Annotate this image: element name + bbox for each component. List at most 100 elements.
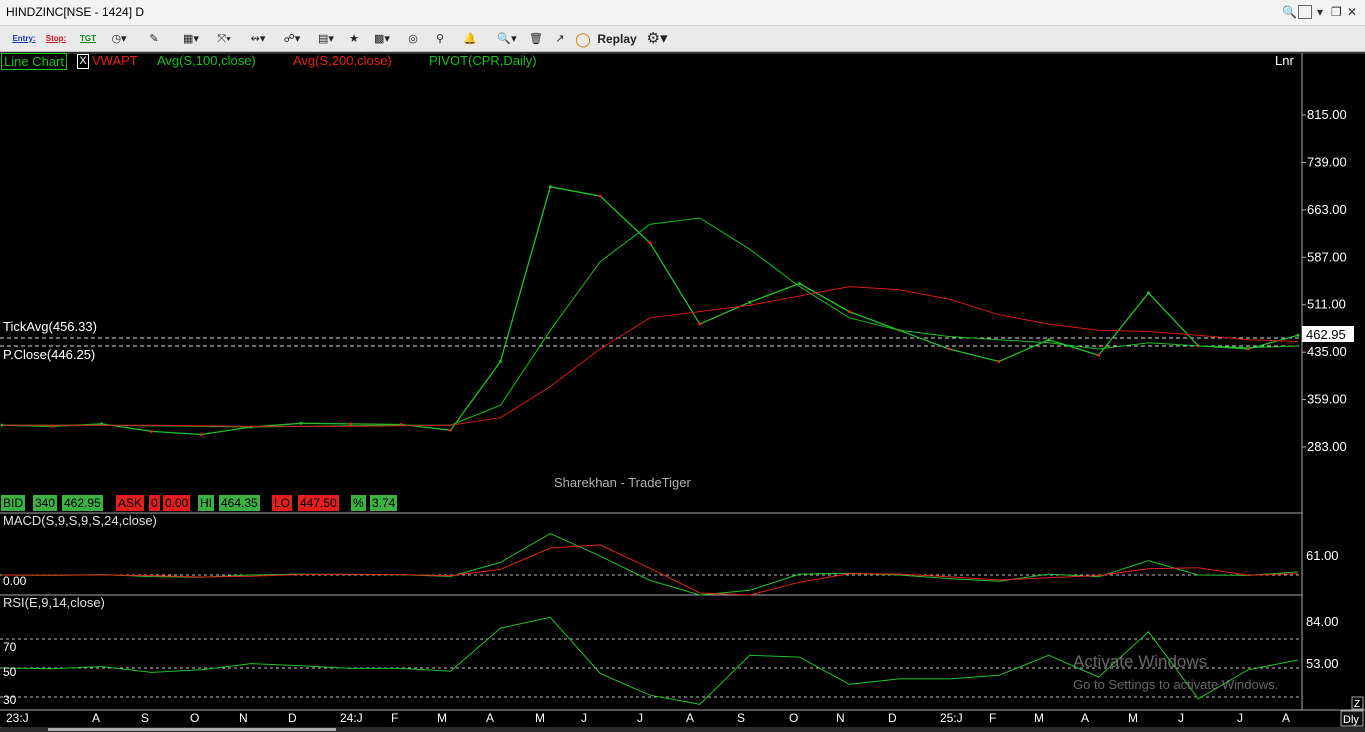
legend-vwap[interactable]: VWAPT: [92, 53, 138, 68]
x-tick-label: 25:J: [940, 711, 963, 725]
x-tick-label: A: [1081, 711, 1089, 725]
series-line-1: [2, 217, 1299, 428]
target-button[interactable]: TGT: [74, 29, 102, 49]
favorite-star-icon[interactable]: ★: [345, 29, 363, 49]
y-tick-label: 663.00: [1307, 202, 1347, 217]
chart-type-selector[interactable]: Line Chart: [1, 53, 67, 70]
zoom-z-icon: Z: [1354, 699, 1360, 710]
close-point: [498, 360, 502, 364]
close-point: [150, 429, 154, 433]
title-bar: HINDZINC[NSE - 1424] D 🔍 ▾ ❐ ✕: [0, 0, 1365, 26]
fib-tool-icon[interactable]: ↭▾: [244, 29, 272, 49]
replay-icon[interactable]: ◯: [574, 29, 592, 49]
x-tick-label: A: [92, 711, 100, 725]
rsi-ytick-84: 84.00: [1306, 614, 1339, 629]
x-tick-label: A: [486, 711, 494, 725]
macd-title: MACD(S,9,S,9,S,24,close): [3, 513, 157, 528]
close-point: [997, 360, 1001, 364]
close-point: [598, 194, 602, 198]
compare-icon[interactable]: ◎: [403, 29, 423, 49]
close-legend-button[interactable]: X: [77, 54, 89, 69]
x-tick-label: S: [141, 711, 149, 725]
settings-gear-icon[interactable]: ⚙▾: [642, 29, 672, 49]
y-tick-label: 739.00: [1307, 154, 1347, 169]
replay-button[interactable]: Replay: [595, 29, 639, 49]
x-tick-label: A: [686, 711, 694, 725]
x-tick-label: N: [239, 711, 248, 725]
scrollbar-thumb[interactable]: [48, 728, 336, 731]
legend-pivot[interactable]: PIVOT(CPR,Daily): [429, 53, 537, 68]
trend-icon[interactable]: ↗: [550, 29, 570, 49]
link-icon[interactable]: ☍▾: [278, 29, 306, 49]
delete-icon[interactable]: 🗑: [526, 29, 546, 49]
lo-label: LO: [272, 495, 293, 511]
template-icon[interactable]: ▤▾: [312, 29, 340, 49]
line-tool-icon[interactable]: ⤧▾: [210, 29, 238, 49]
y-tick-label: 587.00: [1307, 249, 1347, 264]
chart-area[interactable]: 815.00 739.00 663.00 587.00 511.00 435.00 359.…: [0, 52, 1365, 732]
period-button[interactable]: Dly: [1343, 714, 1359, 726]
indicator-icon[interactable]: ◷▾: [108, 29, 130, 49]
macd-signal-line: [1, 544, 1299, 596]
y-tick-label: 815.00: [1307, 107, 1347, 122]
horizontal-scrollbar[interactable]: [0, 727, 1365, 732]
close-point: [449, 428, 453, 432]
x-tick-label: J: [1237, 711, 1243, 725]
x-tick-label: F: [391, 711, 398, 725]
close-point: [798, 281, 802, 285]
activate-windows-title: Activate Windows: [1073, 652, 1207, 671]
close-icon[interactable]: ✕: [1346, 4, 1358, 20]
x-tick-label: D: [888, 711, 897, 725]
legend-avg100[interactable]: Avg(S,100,close): [157, 53, 256, 68]
rsi-ytick-53: 53.00: [1306, 656, 1339, 671]
activate-windows-sub: Go to Settings to activate Windows.: [1073, 677, 1278, 692]
close-point: [748, 300, 752, 304]
stop-button[interactable]: Stop:: [42, 29, 70, 49]
scale-mode[interactable]: Lnr: [1275, 53, 1294, 68]
price-chart[interactable]: 815.00 739.00 663.00 587.00 511.00 435.00 359.…: [0, 52, 1365, 732]
close-point: [349, 422, 353, 426]
close-point: [548, 185, 552, 189]
rsi-level-30: 30: [3, 693, 17, 707]
lo-value: 447.50: [297, 495, 339, 511]
x-tick-label: M: [1034, 711, 1044, 725]
macd-zero-label: 0.00: [3, 574, 27, 588]
x-tick-label: 24:J: [340, 711, 363, 725]
search-icon[interactable]: 🔍: [1282, 4, 1297, 20]
rsi-level-50: 50: [3, 665, 17, 679]
close-point: [648, 241, 652, 245]
y-tick-label: 283.00: [1307, 439, 1347, 454]
bid-qty: 340: [32, 495, 58, 511]
y-tick-label: 359.00: [1307, 392, 1347, 407]
study-icon[interactable]: ▩▾: [368, 29, 396, 49]
pct-value: 3.74: [369, 495, 398, 511]
x-tick-label: J: [1178, 711, 1184, 725]
window-title: HINDZINC[NSE - 1424] D: [6, 5, 145, 19]
hi-label: HI: [198, 495, 214, 511]
bid-price: 462.95: [61, 495, 103, 511]
x-tick-label: F: [989, 711, 996, 725]
close-point: [947, 347, 951, 351]
ask-price: 0.00: [162, 495, 191, 511]
ask-label: ASK: [116, 495, 145, 511]
zoom-icon[interactable]: 🔍▾: [492, 29, 522, 49]
dropdown-icon[interactable]: ▾: [1315, 4, 1325, 20]
last-price-label: 462.95: [1306, 327, 1346, 342]
draw-tool-icon[interactable]: ✎: [145, 29, 163, 49]
y-tick-label: 511.00: [1307, 297, 1346, 312]
user-icon[interactable]: [1298, 5, 1312, 19]
prev-close-label: P.Close(446.25): [3, 347, 95, 362]
toolbar: Entry: Stop: TGT ◷▾ ✎ ▦▾ ⤧▾ ↭▾ ☍▾ ▤▾ ★ ▩…: [0, 26, 1365, 52]
scanner-icon[interactable]: ⚲: [430, 29, 450, 49]
x-tick-label: A: [1282, 711, 1290, 725]
x-tick-label: M: [437, 711, 447, 725]
close-point: [1146, 291, 1150, 295]
legend-avg200[interactable]: Avg(S,200,close): [293, 53, 392, 68]
candle-type-icon[interactable]: ▦▾: [177, 29, 205, 49]
restore-icon[interactable]: ❐: [1331, 4, 1342, 20]
alert-bell-icon[interactable]: 🔔: [460, 29, 480, 49]
x-tick-label: O: [190, 711, 199, 725]
pct-label: %: [351, 495, 366, 511]
close-point: [1047, 338, 1051, 342]
entry-button[interactable]: Entry:: [10, 29, 38, 49]
